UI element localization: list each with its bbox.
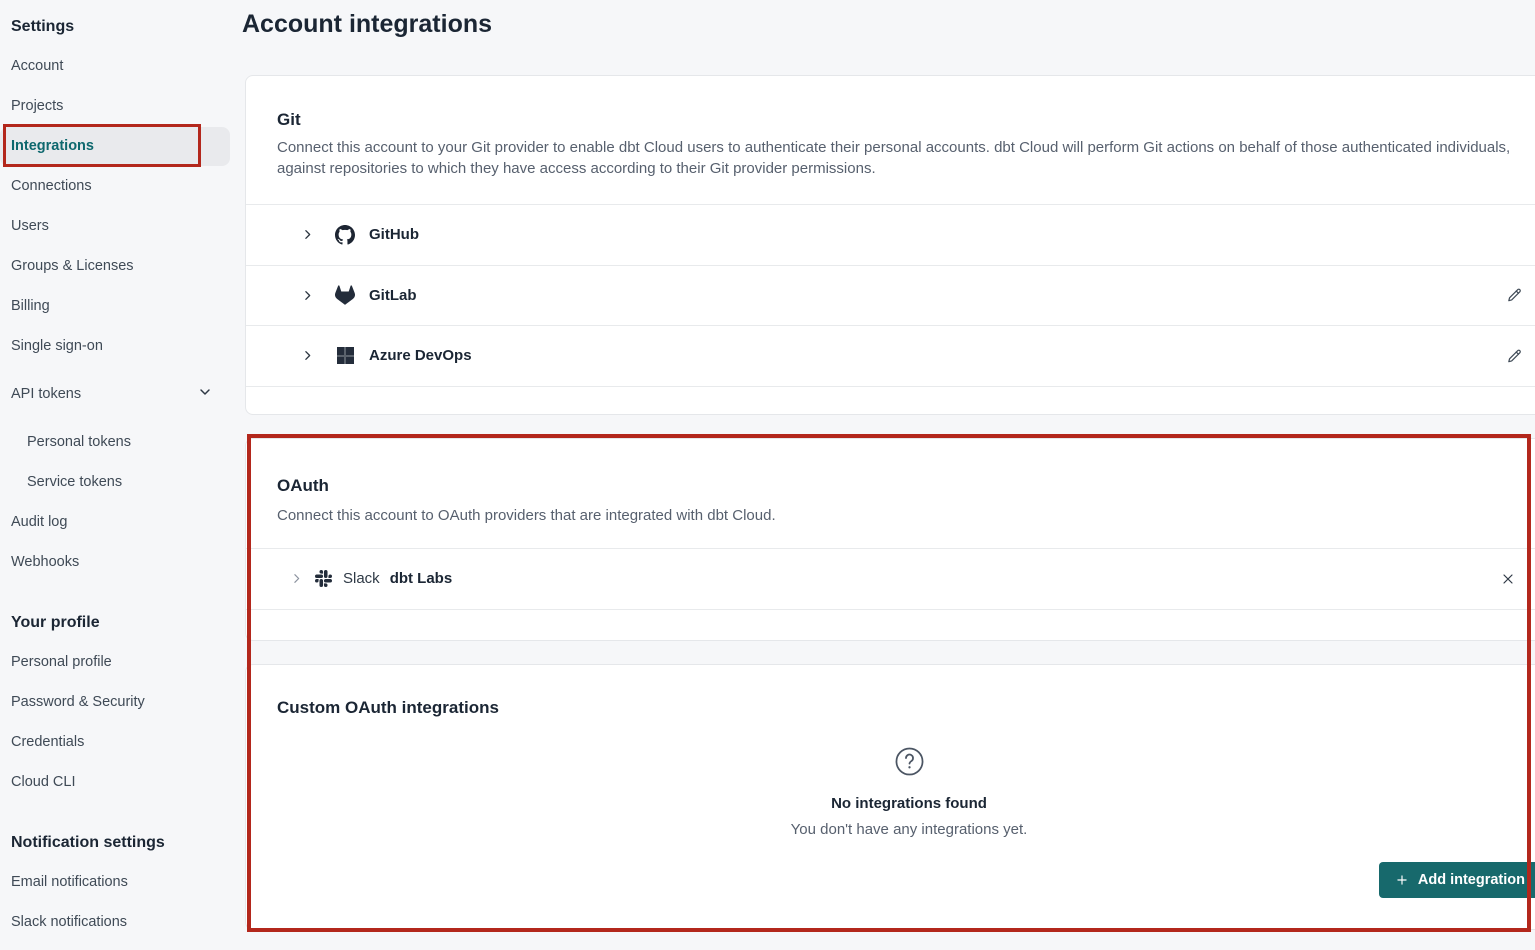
sidebar-header-notification-settings: Notification settings	[11, 833, 165, 853]
chevron-right-icon	[301, 228, 314, 241]
sidebar-item-webhooks[interactable]: Webhooks	[11, 552, 79, 572]
sidebar-item-groups-licenses[interactable]: Groups & Licenses	[11, 256, 134, 276]
sidebar-item-users[interactable]: Users	[11, 216, 49, 236]
sidebar-item-integrations[interactable]: Integrations	[11, 136, 94, 156]
sidebar-item-service-tokens[interactable]: Service tokens	[27, 472, 122, 492]
sidebar-item-api-tokens[interactable]: API tokens	[11, 384, 81, 404]
oauth-section-description: Connect this account to OAuth providers …	[277, 506, 1535, 527]
custom-oauth-heading: Custom OAuth integrations	[277, 698, 499, 718]
git-row-azure-devops[interactable]: Azure DevOps	[246, 325, 1535, 386]
sidebar-header-settings: Settings	[11, 17, 74, 37]
sidebar-item-cloud-cli[interactable]: Cloud CLI	[11, 772, 75, 792]
oauth-row-slack[interactable]: Slack dbt Labs	[246, 548, 1535, 609]
oauth-slack-org: dbt Labs	[390, 570, 453, 587]
oauth-provider-list: Slack dbt Labs	[246, 548, 1535, 610]
settings-sidebar: Settings Account Projects Integrations C…	[0, 0, 245, 950]
sidebar-item-projects[interactable]: Projects	[11, 96, 63, 116]
plus-icon	[1395, 873, 1409, 887]
sidebar-item-single-sign-on[interactable]: Single sign-on	[11, 336, 103, 356]
sidebar-header-your-profile: Your profile	[11, 613, 100, 633]
git-provider-list: GitHub GitLab Azure DevOps	[246, 204, 1535, 387]
edit-pencil-icon[interactable]	[1506, 287, 1523, 304]
sidebar-item-audit-log[interactable]: Audit log	[11, 512, 67, 532]
sidebar-item-slack-notifications[interactable]: Slack notifications	[11, 912, 127, 932]
oauth-section-card: OAuth Connect this account to OAuth prov…	[245, 438, 1535, 641]
add-integration-button-label: Add integration	[1418, 872, 1525, 888]
sidebar-item-credentials[interactable]: Credentials	[11, 732, 84, 752]
sidebar-item-billing[interactable]: Billing	[11, 296, 50, 316]
sidebar-item-connections[interactable]: Connections	[11, 176, 92, 196]
oauth-slack-label: Slack	[343, 570, 380, 587]
git-row-label: GitHub	[369, 226, 419, 243]
git-row-github[interactable]: GitHub	[246, 204, 1535, 265]
close-icon[interactable]	[1500, 571, 1516, 587]
gitlab-icon	[335, 285, 355, 305]
sidebar-item-email-notifications[interactable]: Email notifications	[11, 872, 128, 892]
page-title: Account integrations	[242, 10, 492, 39]
chevron-right-icon	[301, 289, 314, 302]
sidebar-item-account[interactable]: Account	[11, 56, 63, 76]
slack-icon	[315, 570, 332, 587]
add-integration-button[interactable]: Add integration	[1379, 862, 1535, 898]
git-row-label: GitLab	[369, 287, 417, 304]
sidebar-item-personal-profile[interactable]: Personal profile	[11, 652, 112, 672]
chevron-right-icon	[290, 572, 303, 585]
github-icon	[335, 225, 355, 245]
question-circle-icon	[895, 747, 924, 776]
empty-state: No integrations found You don't have any…	[246, 747, 1535, 838]
git-row-label: Azure DevOps	[369, 347, 472, 364]
custom-oauth-section-card: Custom OAuth integrations No integration…	[245, 664, 1535, 930]
chevron-down-icon[interactable]	[197, 384, 213, 400]
edit-pencil-icon[interactable]	[1506, 347, 1523, 364]
empty-state-title: No integrations found	[246, 795, 1535, 812]
sidebar-item-password-security[interactable]: Password & Security	[11, 692, 145, 712]
git-section-heading: Git	[277, 110, 301, 130]
git-section-description: Connect this account to your Git provide…	[277, 138, 1535, 179]
oauth-section-heading: OAuth	[277, 476, 329, 496]
chevron-right-icon	[301, 349, 314, 362]
sidebar-item-personal-tokens[interactable]: Personal tokens	[27, 432, 131, 452]
git-section-card: Git Connect this account to your Git pro…	[245, 75, 1535, 415]
empty-state-subtitle: You don't have any integrations yet.	[246, 821, 1535, 838]
azure-devops-icon	[335, 346, 355, 366]
git-row-gitlab[interactable]: GitLab	[246, 265, 1535, 326]
